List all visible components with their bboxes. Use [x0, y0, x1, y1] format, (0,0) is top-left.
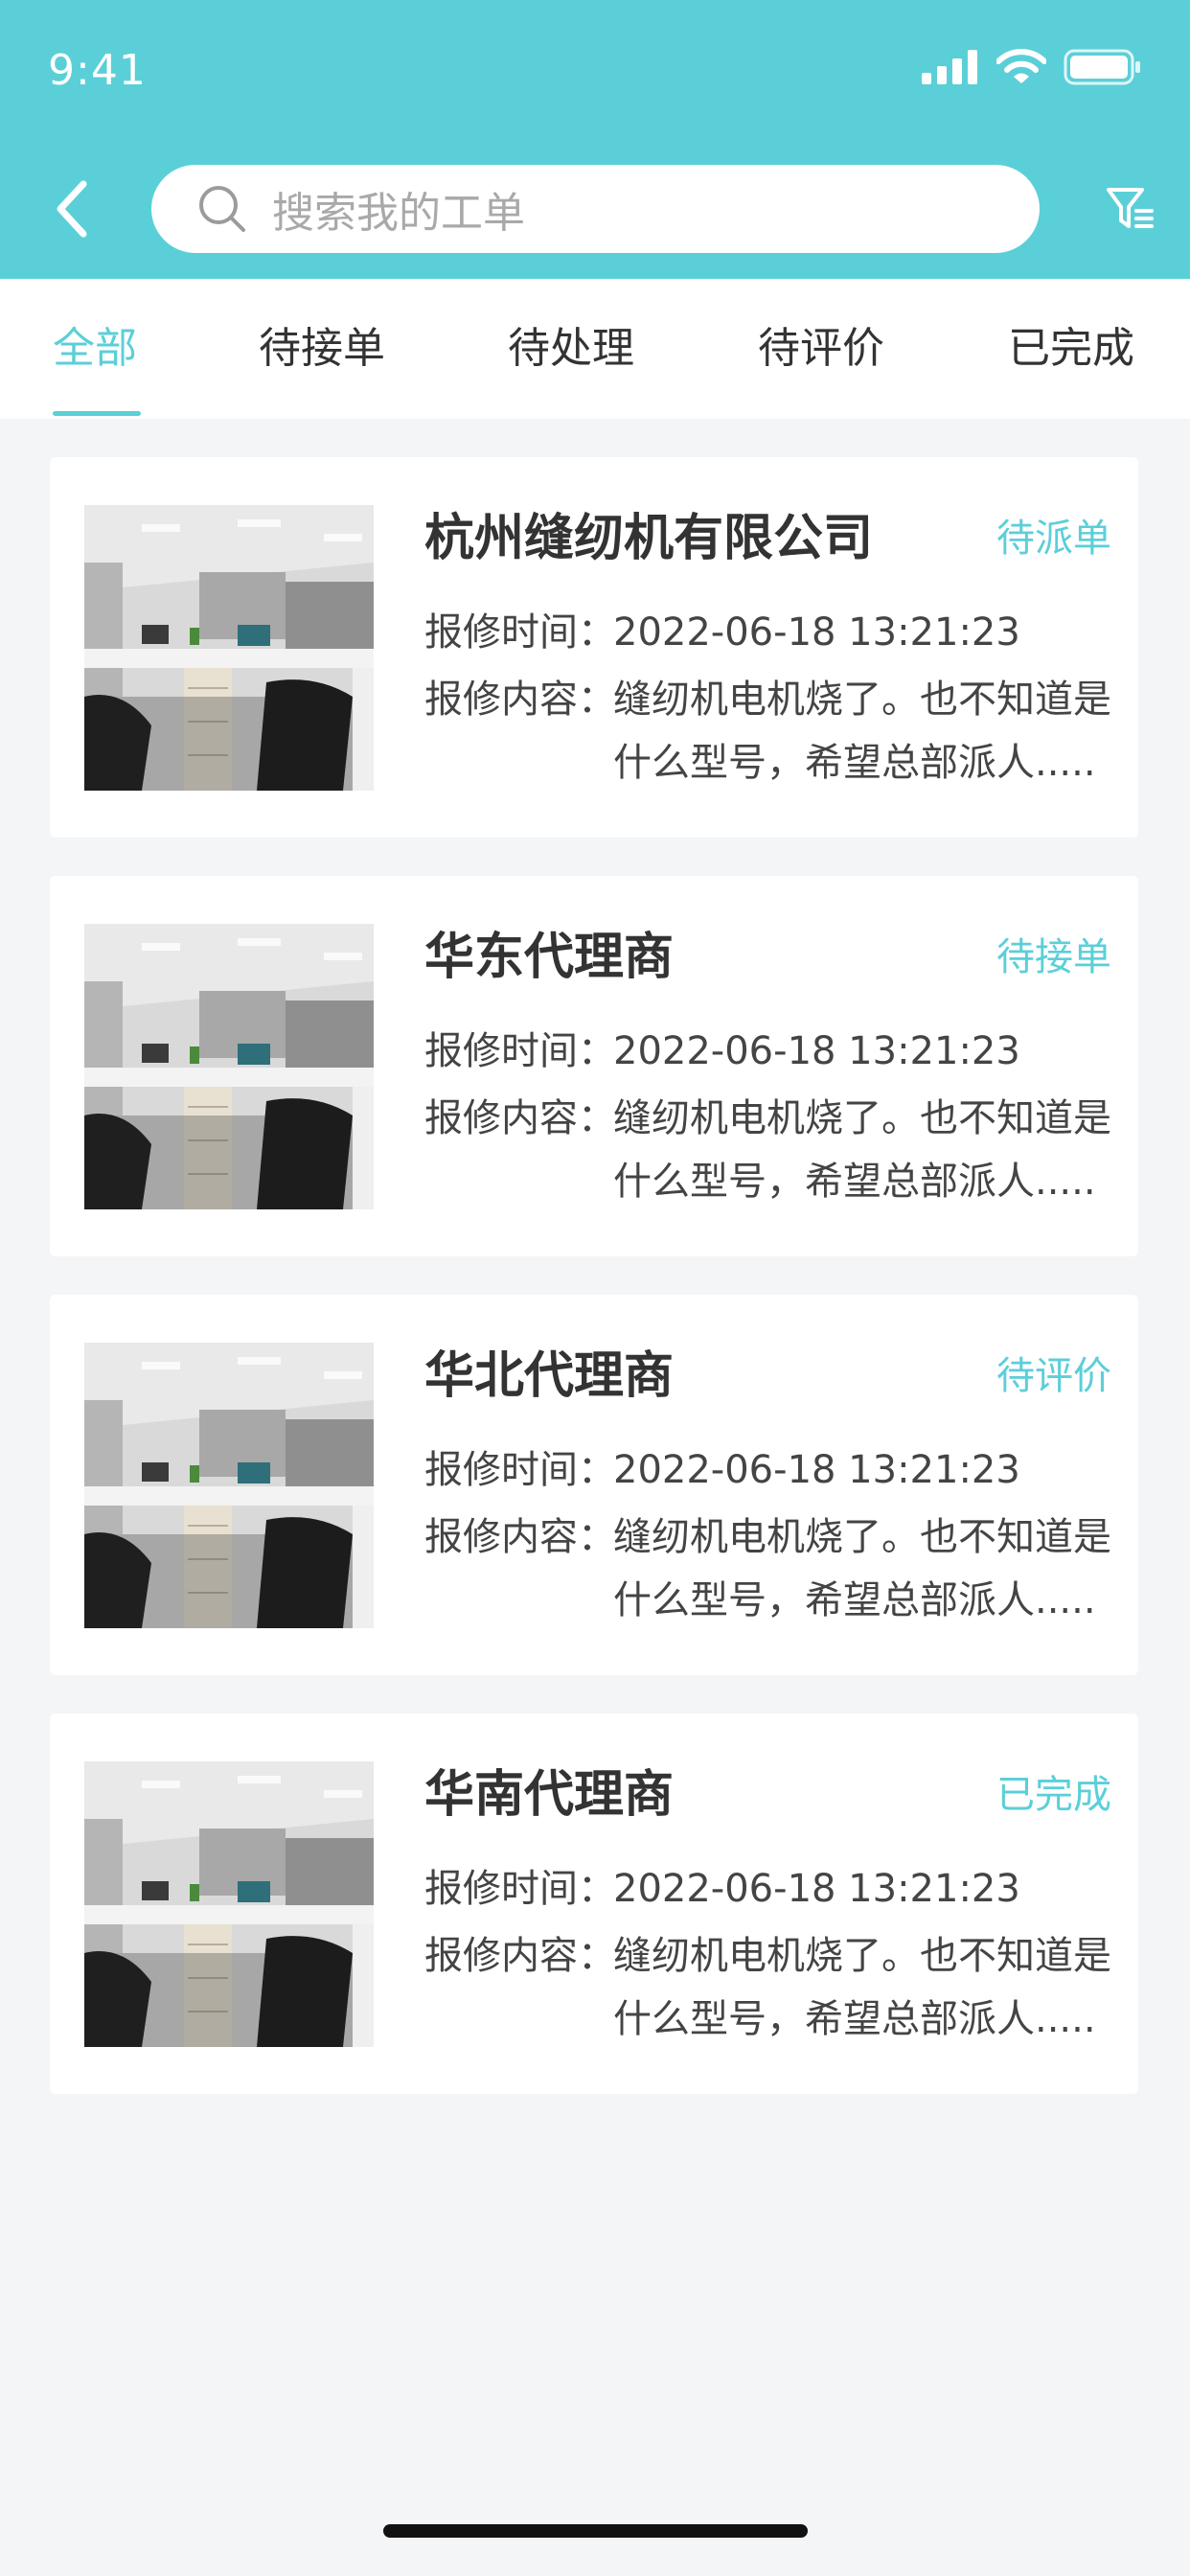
filter-button[interactable]	[1102, 180, 1159, 238]
repair-content-line1: 缝纫机电机烧了。也不知道是	[613, 678, 1111, 722]
repair-time-row: 报修时间：2022-06-18 13:21:23	[424, 1438, 1020, 1494]
repair-content-row: 报修内容：缝纫机电机烧了。也不知道是	[424, 1924, 1111, 1980]
repair-time-label: 报修时间：	[424, 1448, 616, 1492]
repair-time-value: 2022-06-18 13:21:23	[613, 1029, 1020, 1073]
repair-content-row: 报修内容：缝纫机电机烧了。也不知道是	[424, 668, 1111, 724]
repair-content-line2: 什么型号，希望总部派人.....	[613, 1578, 1096, 1622]
repair-time-row: 报修时间：2022-06-18 13:21:23	[424, 601, 1020, 656]
company-name: 杭州缝纫机有限公司	[424, 510, 874, 567]
status-tabs: 全部 待接单 待处理 待评价 已完成	[0, 279, 1190, 419]
back-arrow-icon	[57, 180, 87, 238]
repair-time-row: 报修时间：2022-06-18 13:21:23	[424, 1020, 1020, 1075]
tab-all[interactable]: 全部	[53, 279, 137, 419]
back-button[interactable]	[38, 171, 105, 247]
search-input[interactable]: 搜索我的工单	[151, 165, 1040, 253]
repair-content-row: 报修内容：缝纫机电机烧了。也不知道是	[424, 1087, 1111, 1142]
home-indicator	[383, 2524, 808, 2538]
repair-content-line2: 什么型号，希望总部派人.....	[613, 1160, 1096, 1204]
top-header: 9:41 搜索我的工单	[0, 0, 1190, 279]
office-photo	[84, 924, 374, 1209]
repair-content-line1: 缝纫机电机烧了。也不知道是	[613, 1515, 1111, 1559]
repair-content-line2: 什么型号，希望总部派人.....	[613, 1997, 1096, 2041]
repair-time-label: 报修时间：	[424, 610, 616, 655]
office-photo	[84, 1761, 374, 2047]
repair-time-row: 报修时间：2022-06-18 13:21:23	[424, 1857, 1020, 1913]
wifi-icon	[996, 49, 1046, 83]
status-icons	[922, 46, 1142, 88]
work-order-list-page: 9:41 搜索我的工单 全部 待接单 待处理 待评价 已完成 杭州缝纫机有限公司…	[0, 0, 1190, 2576]
company-name: 华东代理商	[424, 929, 675, 986]
repair-time-label: 报修时间：	[424, 1867, 616, 1911]
repair-time-label: 报修时间：	[424, 1029, 616, 1073]
status-badge: 已完成	[996, 1773, 1111, 1817]
office-photo	[84, 1343, 374, 1628]
repair-content-label: 报修内容：	[424, 1934, 616, 1978]
repair-content-line1: 缝纫机电机烧了。也不知道是	[613, 1934, 1111, 1978]
repair-content-line2: 什么型号，希望总部派人.....	[613, 741, 1096, 785]
repair-time-value: 2022-06-18 13:21:23	[613, 1867, 1020, 1911]
filter-icon	[1107, 188, 1154, 228]
order-card[interactable]: 杭州缝纫机有限公司 待派单 报修时间：2022-06-18 13:21:23 报…	[50, 457, 1138, 838]
status-badge: 待派单	[996, 517, 1111, 561]
order-card[interactable]: 华南代理商 已完成 报修时间：2022-06-18 13:21:23 报修内容：…	[50, 1714, 1138, 2094]
repair-content-line1: 缝纫机电机烧了。也不知道是	[613, 1096, 1111, 1140]
company-name: 华北代理商	[424, 1347, 675, 1405]
company-name: 华南代理商	[424, 1766, 675, 1824]
repair-content-label: 报修内容：	[424, 678, 616, 722]
tab-pending-process[interactable]: 待处理	[508, 279, 634, 419]
search-icon	[197, 184, 247, 234]
order-card[interactable]: 华北代理商 待评价 报修时间：2022-06-18 13:21:23 报修内容：…	[50, 1295, 1138, 1675]
repair-content-label: 报修内容：	[424, 1096, 616, 1140]
office-photo	[84, 505, 374, 791]
active-tab-indicator	[53, 411, 141, 416]
tab-pending-review[interactable]: 待评价	[758, 279, 884, 419]
search-placeholder: 搜索我的工单	[272, 189, 525, 238]
repair-time-value: 2022-06-18 13:21:23	[613, 1448, 1020, 1492]
status-badge: 待接单	[996, 935, 1111, 979]
order-card[interactable]: 华东代理商 待接单 报修时间：2022-06-18 13:21:23 报修内容：…	[50, 876, 1138, 1256]
repair-content-row: 报修内容：缝纫机电机烧了。也不知道是	[424, 1506, 1111, 1561]
signal-icon	[922, 50, 977, 84]
repair-time-value: 2022-06-18 13:21:23	[613, 610, 1020, 655]
tab-pending-accept[interactable]: 待接单	[259, 279, 385, 419]
tab-completed[interactable]: 已完成	[1008, 279, 1134, 419]
repair-content-label: 报修内容：	[424, 1515, 616, 1559]
battery-icon	[1064, 49, 1140, 85]
status-badge: 待评价	[996, 1354, 1111, 1398]
status-time: 9:41	[48, 46, 147, 95]
